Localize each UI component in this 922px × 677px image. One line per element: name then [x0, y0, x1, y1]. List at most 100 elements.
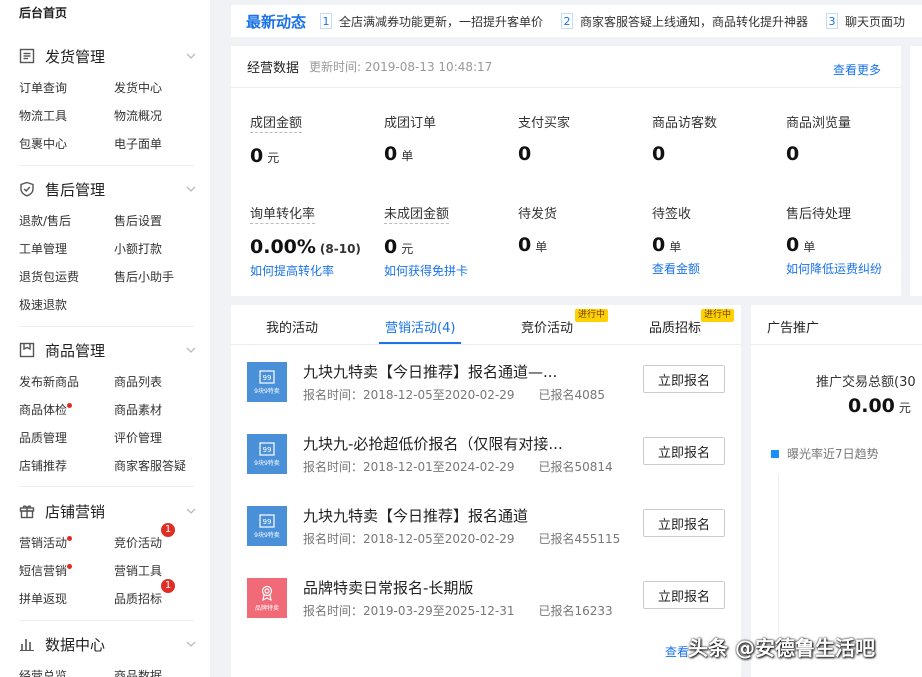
divider	[19, 486, 194, 487]
sidebar-item[interactable]: 物流工具	[19, 102, 114, 130]
sidebar-item-goods-check[interactable]: 商品体检	[19, 396, 114, 424]
count-badge: 1	[161, 523, 175, 537]
activity-row: 99 9块9特卖 九块九-必抢超低价报名（仅限有对接... 报名时间：2018-…	[247, 429, 727, 489]
news-title: 最新动态	[246, 12, 307, 31]
activity-thumbnail: 99 9块9特卖	[247, 362, 287, 402]
panel-title: 广告推广	[751, 305, 922, 345]
chevron-down-icon[interactable]	[185, 638, 197, 650]
status-tag: 进行中	[701, 309, 735, 322]
tab-bidding-activities[interactable]: 竞价活动	[521, 317, 573, 336]
sidebar-home[interactable]: 后台首页	[19, 4, 67, 21]
chevron-down-icon[interactable]	[185, 183, 197, 195]
stat-label[interactable]: 未成团金额	[384, 203, 450, 224]
signup-button[interactable]: 立即报名	[643, 581, 725, 609]
sidebar-item[interactable]: 小额打款	[114, 235, 209, 263]
stat-card: 商品访客数 0	[652, 112, 782, 165]
sidebar-item-marketing[interactable]: 营销活动	[19, 529, 114, 557]
sidebar-item-label: 商品体检	[19, 403, 68, 417]
activities-panel: 我的活动 营销活动(4) 竞价活动 进行中 品质招标 进行中 99 9块9特卖 …	[231, 305, 741, 677]
chevron-down-icon[interactable]	[185, 50, 197, 62]
stat-label: 支付买家	[518, 116, 571, 131]
sidebar-item-quality-bid[interactable]: 品质招标 1	[114, 579, 209, 613]
sidebar-section-header[interactable]: 数据中心	[19, 632, 197, 656]
sidebar-item[interactable]: 电子面单	[114, 130, 209, 158]
sidebar-section-title: 商品管理	[45, 341, 106, 360]
sidebar-item[interactable]: 退款/售后	[19, 207, 114, 235]
stat-label: 待发货	[518, 207, 558, 222]
stat-value: 0单	[652, 234, 682, 256]
news-item[interactable]: 1 全店满减券功能更新，一招提升客单价	[320, 13, 543, 30]
sidebar-item[interactable]: 物流概况	[114, 102, 209, 130]
coupon-icon: 99	[259, 513, 275, 528]
chevron-down-icon[interactable]	[185, 505, 197, 517]
sidebar-item-sms[interactable]: 短信营销	[19, 557, 114, 585]
sidebar-section-header[interactable]: 发货管理	[19, 44, 197, 68]
stat-label[interactable]: 成团金额	[250, 112, 303, 133]
thumbnail-caption: 9块9特卖	[254, 531, 280, 539]
signup-button[interactable]: 立即报名	[643, 365, 725, 393]
update-time: 更新时间: 2019-08-13 10:48:17	[309, 60, 493, 74]
view-more-link[interactable]: 查看更多	[833, 61, 881, 78]
activity-title[interactable]: 九块九特卖【今日推荐】报名通道	[303, 505, 528, 526]
news-item[interactable]: 2 商家客服答疑上线通知，商品转化提升神器	[561, 13, 808, 30]
stat-value: 0	[518, 143, 532, 165]
stat-label: 售后待处理	[786, 207, 852, 222]
help-link[interactable]: 如何获得免拼卡	[384, 262, 514, 279]
sidebar-item[interactable]: 拼单返现	[19, 585, 114, 613]
activity-title[interactable]: 九块九-必抢超低价报名（仅限有对接...	[303, 433, 563, 454]
sidebar-item[interactable]: 工单管理	[19, 235, 114, 263]
activity-meta: 报名时间：2018-12-05至2020-02-29 已报名455115	[303, 532, 621, 546]
sidebar-item[interactable]: 经营总览	[19, 662, 114, 677]
activity-thumbnail: 99 9块9特卖	[247, 434, 287, 474]
sidebar-item[interactable]: 包裹中心	[19, 130, 114, 158]
ads-total-value: 0.00 元	[848, 395, 911, 417]
sidebar-item[interactable]: 商品素材	[114, 396, 209, 424]
sidebar: 后台首页 发货管理 订单查询 发货中心 物流工具 物流概况 包裹中心 电子面单 …	[0, 0, 210, 677]
signup-button[interactable]: 立即报名	[643, 509, 725, 537]
news-text: 商家客服答疑上线通知，商品转化提升神器	[580, 14, 809, 29]
sidebar-item[interactable]: 商家客服答疑	[114, 452, 209, 480]
sidebar-item[interactable]: 品质管理	[19, 424, 114, 452]
ads-total-label: 推广交易总额(30	[816, 375, 916, 390]
activity-title[interactable]: 品牌特卖日常报名-长期版	[303, 577, 473, 598]
box-icon	[19, 342, 35, 358]
sidebar-item[interactable]: 商品列表	[114, 368, 209, 396]
activity-title[interactable]: 九块九特卖【今日推荐】报名通道—...	[303, 361, 557, 382]
stat-label[interactable]: 询单转化率	[250, 203, 316, 224]
sidebar-section-header[interactable]: 售后管理	[19, 177, 197, 201]
help-link[interactable]: 如何降低运费纠纷	[786, 260, 916, 277]
sidebar-section-header[interactable]: 商品管理	[19, 338, 197, 362]
activity-meta: 报名时间：2018-12-01至2024-02-29 已报名50814	[303, 460, 613, 474]
activity-meta: 报名时间：2019-03-29至2025-12-31 已报名16233	[303, 604, 613, 618]
tab-my-activities[interactable]: 我的活动	[266, 317, 318, 336]
sidebar-item[interactable]: 售后小助手	[114, 263, 209, 291]
help-link[interactable]: 如何提高转化率	[250, 262, 380, 279]
stat-value: 0元	[250, 145, 280, 167]
help-link[interactable]: 查看金额	[652, 260, 782, 277]
sidebar-item[interactable]: 极速退款	[19, 291, 114, 319]
tab-quality-bidding[interactable]: 品质招标	[649, 317, 701, 336]
sidebar-item[interactable]: 发货中心	[114, 74, 209, 102]
coupon-icon: 99	[259, 441, 275, 456]
tab-marketing-activities[interactable]: 营销活动(4)	[385, 317, 455, 336]
stat-card: 售后待处理 0单 如何降低运费纠纷	[786, 203, 916, 277]
divider	[19, 326, 194, 327]
sidebar-item[interactable]: 退货包运费	[19, 263, 114, 291]
view-more-link[interactable]: 查看	[665, 643, 689, 660]
signup-button[interactable]: 立即报名	[643, 437, 725, 465]
sidebar-section-header[interactable]: 店铺营销	[19, 499, 197, 523]
sidebar-item-bidding[interactable]: 竞价活动 1	[114, 523, 209, 557]
sidebar-item[interactable]: 发布新商品	[19, 368, 114, 396]
sidebar-item[interactable]: 订单查询	[19, 74, 114, 102]
sidebar-item[interactable]: 商品数据	[114, 662, 209, 677]
chevron-down-icon[interactable]	[185, 344, 197, 356]
divider	[19, 165, 194, 166]
stat-value: 0	[652, 143, 666, 165]
stat-card: 未成团金额 0元 如何获得免拼卡	[384, 203, 514, 279]
sidebar-item[interactable]: 店铺推荐	[19, 452, 114, 480]
stat-label: 商品浏览量	[786, 116, 852, 131]
sidebar-item[interactable]: 售后设置	[114, 207, 209, 235]
sidebar-item[interactable]: 评价管理	[114, 424, 209, 452]
sidebar-section-title: 售后管理	[45, 180, 106, 199]
news-item[interactable]: 3 聊天页面功	[826, 13, 905, 30]
